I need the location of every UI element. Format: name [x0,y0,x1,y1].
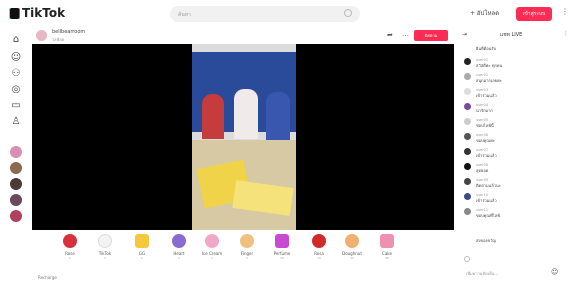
gift-item[interactable]: Heart 1 [164,234,194,266]
gift-price: 5 [246,256,248,260]
comment-input[interactable]: เพิ่มความคิดเห็น... [466,270,546,277]
collapse-icon[interactable]: ⇥ [462,31,467,38]
live-video[interactable] [32,44,454,230]
person-figure [266,92,290,140]
gift-item[interactable]: TikTok 1 [90,234,120,266]
profile-icon[interactable]: ♙ [10,116,22,128]
gift-item[interactable]: Ice Cream 1 [197,234,227,266]
avatar[interactable] [10,194,22,206]
share-icon[interactable]: ➦ [387,31,393,39]
login-button[interactable]: เข้าสู่ระบบ [516,7,552,21]
stream-header: bellbearroom ไลฟ์สด ➦ … ติดตาม [32,28,454,44]
tiktok-icon [10,7,19,19]
avatar[interactable] [10,146,22,158]
avatar [464,133,471,140]
avatar [464,118,471,125]
gift-price: 1 [69,256,71,260]
sidebar: ⌂ ☺ ⚇ ◎ ▭ ♙ [0,28,32,287]
gift-item[interactable]: Perfume 20 [267,234,297,266]
rose-icon [63,234,77,248]
rosa-icon [312,234,326,248]
avatar [464,58,471,65]
gift-price: 10 [317,256,321,260]
doughnut-icon [345,234,359,248]
tiktok-gift-icon [98,234,112,248]
gift-price: 20 [280,256,284,260]
avatar [464,103,471,110]
avatar[interactable] [10,162,22,174]
home-icon[interactable]: ⌂ [10,34,22,46]
avatar [464,148,471,155]
top-bar: TikTok ค้นหา + อัปโหลด เข้าสู่ระบบ ⋮ [0,0,575,28]
following-icon[interactable]: ☺ [10,52,22,64]
brand-name: TikTok [22,6,66,20]
gift-price: 99 [385,256,389,260]
person-figure [202,94,224,139]
gift-item[interactable]: Rose 1 [55,234,85,266]
gift-item[interactable]: Doughnut 30 [337,234,367,266]
heart-icon [172,234,186,248]
avatar [464,208,471,215]
avatar[interactable] [10,178,22,190]
host-status: ไลฟ์สด [52,37,65,42]
gift-price: 30 [350,256,354,260]
ice-cream-icon [205,234,219,248]
gift-item[interactable]: Rosa 10 [304,234,334,266]
avatar [464,193,471,200]
search-input[interactable]: ค้นหา [170,6,360,22]
cake-icon [380,234,394,248]
friends-icon[interactable]: ⚇ [10,68,22,80]
explore-icon[interactable]: ◎ [10,84,22,96]
recharge-link[interactable]: Recharge [38,275,57,280]
avatar [464,88,471,95]
gift-price: 1 [211,256,213,260]
avatar[interactable] [10,210,22,222]
chat-more-icon[interactable]: ⋮ [563,30,569,37]
gift-item[interactable]: Finger 5 [232,234,262,266]
gift-icon[interactable] [464,256,470,262]
tiktok-logo[interactable]: TikTok [10,6,65,20]
host-avatar[interactable] [36,30,47,41]
avatar [464,178,471,185]
chat-title: แชท LIVE [500,32,523,38]
gift-price: 1 [141,256,143,260]
gift-item[interactable]: GG 1 [127,234,157,266]
emoji-icon[interactable]: ☺ [551,268,558,276]
more-options-icon[interactable]: … [402,30,409,38]
video-frame [192,44,296,230]
avatar [464,73,471,80]
more-icon[interactable]: ⋮ [561,7,569,16]
gift-price: 1 [178,256,180,260]
gift-bar: Rose 1 TikTok 1 GG 1 Heart 1 Ice Cream 1… [32,230,454,268]
avatar [464,163,471,170]
gift-item[interactable]: Cake 99 [372,234,402,266]
chat-panel: ⇥ แชท LIVE ⋮ ยินดีต้อนรับ user01 สวัสดีค่… [462,30,569,277]
gg-icon [135,234,149,248]
person-figure [234,89,258,139]
search-placeholder: ค้นหา [178,12,191,18]
perfume-icon [275,234,289,248]
finger-heart-icon [240,234,254,248]
upload-button[interactable]: + อัปโหลด [470,8,499,18]
gift-price: 1 [104,256,106,260]
search-icon[interactable] [344,9,352,17]
live-icon[interactable]: ▭ [10,100,22,112]
follow-button[interactable]: ติดตาม [414,30,448,41]
host-name[interactable]: bellbearroom [52,29,85,35]
